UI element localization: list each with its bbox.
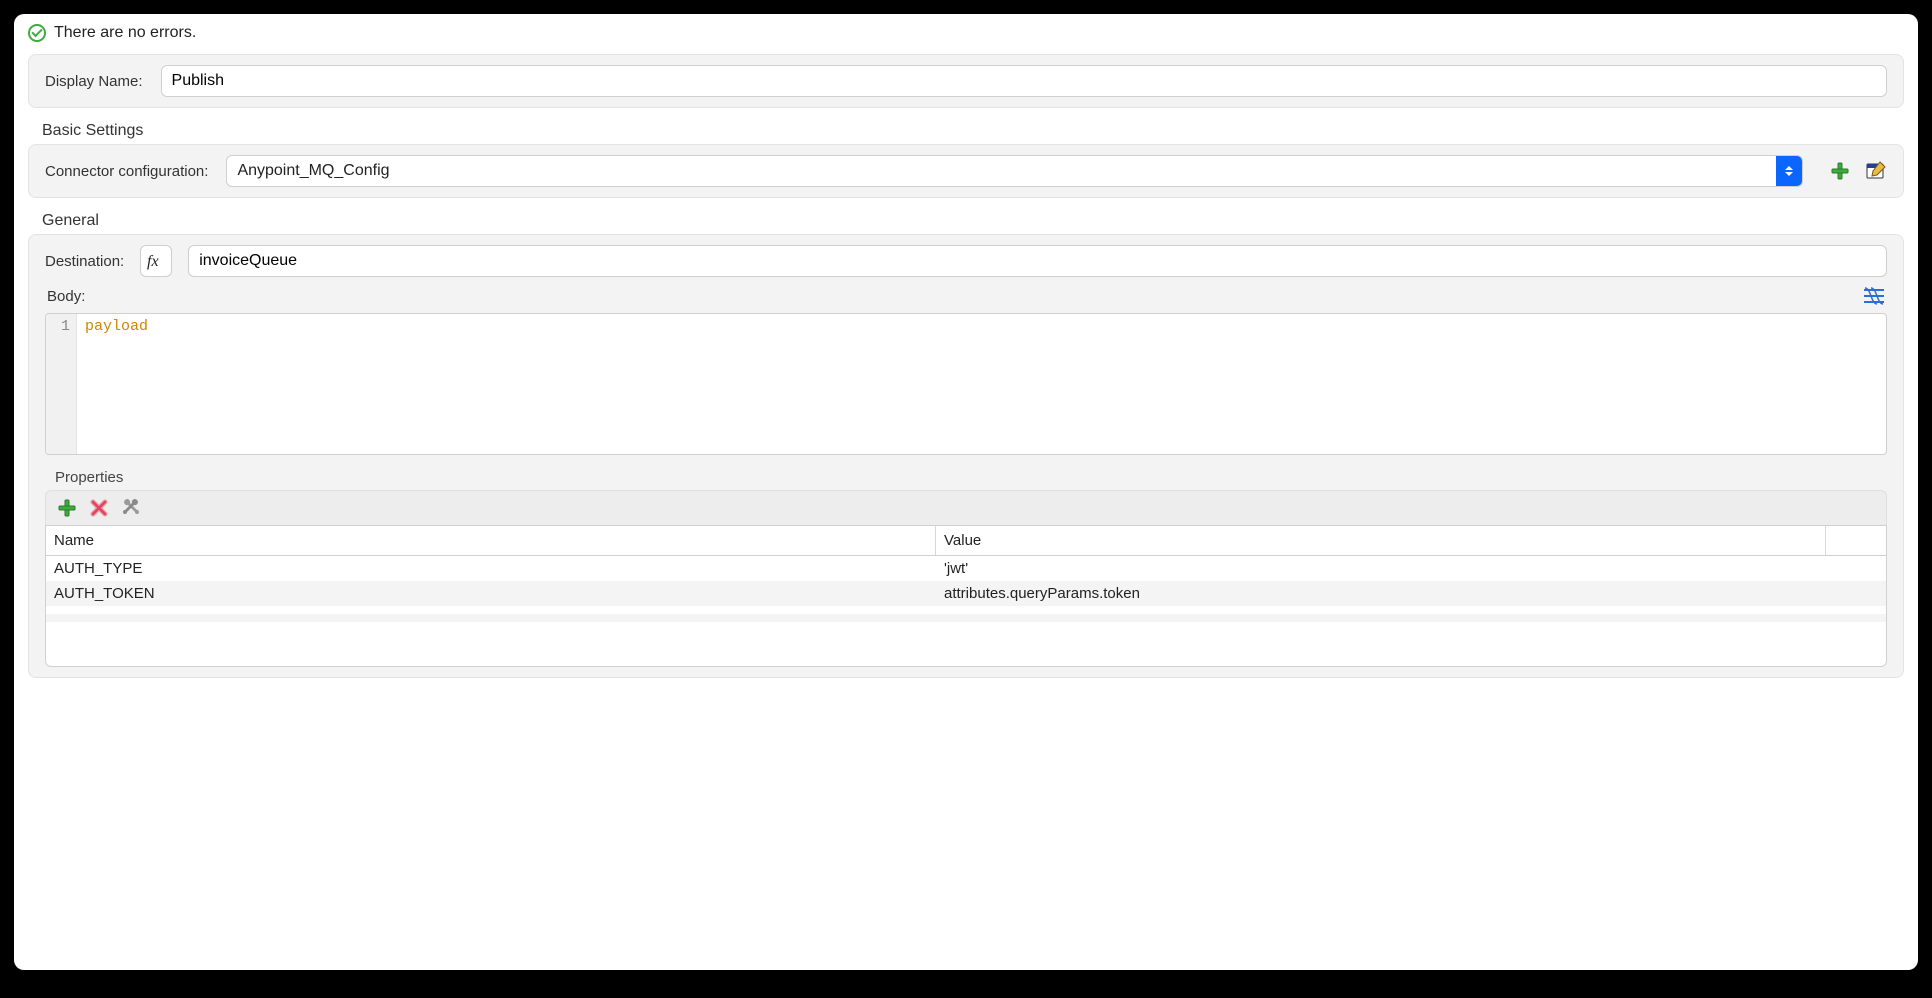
remove-property-button[interactable]	[88, 497, 110, 519]
basic-settings-title: Basic Settings	[42, 122, 1904, 140]
properties-header: Name Value	[46, 526, 1886, 556]
table-row-empty	[46, 622, 1886, 630]
display-name-input[interactable]	[161, 65, 1887, 97]
add-config-button[interactable]	[1829, 160, 1851, 182]
connector-config-select[interactable]: Anypoint_MQ_Config	[226, 155, 1803, 187]
dataweave-icon[interactable]	[1863, 285, 1885, 307]
config-panel: There are no errors. Display Name: Basic…	[14, 14, 1918, 970]
properties-section: Properties	[45, 469, 1887, 667]
check-circle-icon	[28, 24, 46, 42]
status-text: There are no errors.	[54, 24, 196, 42]
general-panel: Destination: fx Body: 1 payload	[28, 234, 1904, 678]
table-row[interactable]: AUTH_TOKENattributes.queryParams.token	[46, 581, 1886, 606]
code-gutter: 1	[46, 314, 77, 454]
property-value-cell[interactable]: 'jwt'	[936, 556, 1826, 581]
body-code-editor[interactable]: 1 payload	[45, 313, 1887, 455]
property-name-cell[interactable]: AUTH_TYPE	[46, 556, 936, 581]
properties-body: AUTH_TYPE'jwt'AUTH_TOKENattributes.query…	[46, 556, 1886, 666]
properties-table: Name Value AUTH_TYPE'jwt'AUTH_TOKENattri…	[45, 525, 1887, 667]
code-line-1: payload	[85, 318, 148, 335]
table-row[interactable]: AUTH_TYPE'jwt'	[46, 556, 1886, 581]
body-label: Body:	[47, 288, 85, 305]
properties-title: Properties	[55, 469, 1887, 486]
select-stepper-icon[interactable]	[1776, 156, 1802, 186]
properties-header-value[interactable]: Value	[936, 526, 1826, 555]
destination-input[interactable]	[188, 245, 1887, 277]
status-bar: There are no errors.	[14, 14, 1918, 54]
connector-config-label: Connector configuration:	[45, 163, 208, 180]
table-row-empty	[46, 606, 1886, 614]
properties-toolbar	[45, 490, 1887, 525]
properties-header-extra	[1826, 526, 1886, 555]
property-extra-cell	[1826, 556, 1886, 581]
connector-config-value: Anypoint_MQ_Config	[227, 156, 1776, 186]
general-title: General	[42, 212, 1904, 230]
property-extra-cell	[1826, 581, 1886, 606]
svg-text:fx: fx	[147, 253, 159, 270]
table-row-empty	[46, 614, 1886, 622]
property-name-cell[interactable]: AUTH_TOKEN	[46, 581, 936, 606]
fx-expression-button[interactable]: fx	[140, 245, 172, 277]
property-value-cell[interactable]: attributes.queryParams.token	[936, 581, 1826, 606]
code-area[interactable]: payload	[77, 314, 1886, 454]
basic-settings-panel: Connector configuration: Anypoint_MQ_Con…	[28, 144, 1904, 198]
edit-config-button[interactable]	[1865, 160, 1887, 182]
destination-label: Destination:	[45, 253, 124, 270]
display-name-label: Display Name:	[45, 73, 143, 90]
properties-header-name[interactable]: Name	[46, 526, 936, 555]
tools-property-button[interactable]	[120, 497, 142, 519]
display-name-panel: Display Name:	[28, 54, 1904, 108]
add-property-button[interactable]	[56, 497, 78, 519]
